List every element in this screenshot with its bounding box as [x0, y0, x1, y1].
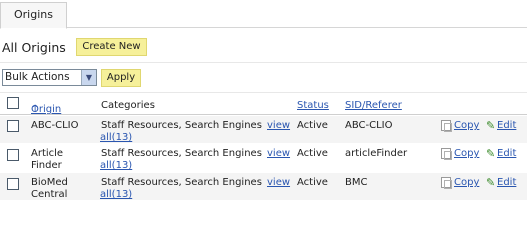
origin-name: BioMed Central: [31, 177, 68, 200]
bulk-actions-value: Bulk Actions: [5, 71, 70, 83]
table-row: BioMed Central Staff Resources, Search En…: [0, 173, 527, 200]
sid-cell: ABC-CLIO: [345, 120, 393, 131]
copy-link[interactable]: Copy: [454, 148, 479, 160]
status-cell: Active: [297, 120, 328, 131]
copy-icon[interactable]: [441, 177, 452, 189]
pencil-icon[interactable]: ✎: [486, 176, 495, 189]
divider: [0, 62, 527, 63]
sort-sid-link[interactable]: SID/Referer: [345, 100, 402, 111]
sort-status-link[interactable]: Status: [297, 100, 329, 111]
copy-link[interactable]: Copy: [454, 177, 479, 189]
table-header: Origin ↑ Categories Status SID/Referer: [0, 96, 527, 115]
view-all-link[interactable]: view all(13): [100, 148, 290, 172]
categories-cell: Staff Resources, Search Engines: [101, 177, 262, 188]
chevron-down-icon[interactable]: ▼: [81, 70, 96, 85]
status-cell: Active: [297, 148, 328, 159]
tab-bar: Origins: [0, 0, 527, 29]
divider: [0, 92, 527, 93]
edit-link[interactable]: Edit: [497, 177, 516, 189]
view-all-link[interactable]: view all(13): [100, 177, 290, 201]
row-checkbox[interactable]: [7, 120, 19, 132]
bulk-actions-select[interactable]: Bulk Actions ▼: [2, 69, 97, 86]
origin-name: Article Finder: [31, 148, 64, 171]
apply-button[interactable]: Apply: [101, 69, 141, 87]
pencil-icon[interactable]: ✎: [486, 147, 495, 160]
status-cell: Active: [297, 177, 328, 188]
create-new-button[interactable]: Create New: [76, 38, 147, 56]
table-row: ABC-CLIO Staff Resources, Search Engines…: [0, 116, 527, 143]
categories-cell: Staff Resources, Search Engines: [101, 148, 262, 159]
tab-origins[interactable]: Origins: [0, 2, 67, 29]
copy-link[interactable]: Copy: [454, 120, 479, 132]
categories-header: Categories: [101, 100, 155, 111]
copy-icon[interactable]: [441, 120, 452, 132]
origin-name: ABC-CLIO: [31, 120, 79, 131]
sid-cell: BMC: [345, 177, 368, 188]
edit-link[interactable]: Edit: [497, 120, 516, 132]
copy-icon[interactable]: [441, 148, 452, 160]
table-row: Article Finder Staff Resources, Search En…: [0, 144, 527, 171]
row-checkbox[interactable]: [7, 149, 19, 161]
page-title: All Origins: [2, 40, 66, 55]
pencil-icon[interactable]: ✎: [486, 119, 495, 132]
header-divider: [0, 114, 527, 115]
row-checkbox[interactable]: [7, 178, 19, 190]
select-all-checkbox[interactable]: [7, 97, 19, 109]
view-all-link[interactable]: view all(13): [100, 120, 290, 144]
edit-link[interactable]: Edit: [497, 148, 516, 160]
categories-cell: Staff Resources, Search Engines: [101, 120, 262, 131]
sid-cell: articleFinder: [345, 148, 408, 159]
